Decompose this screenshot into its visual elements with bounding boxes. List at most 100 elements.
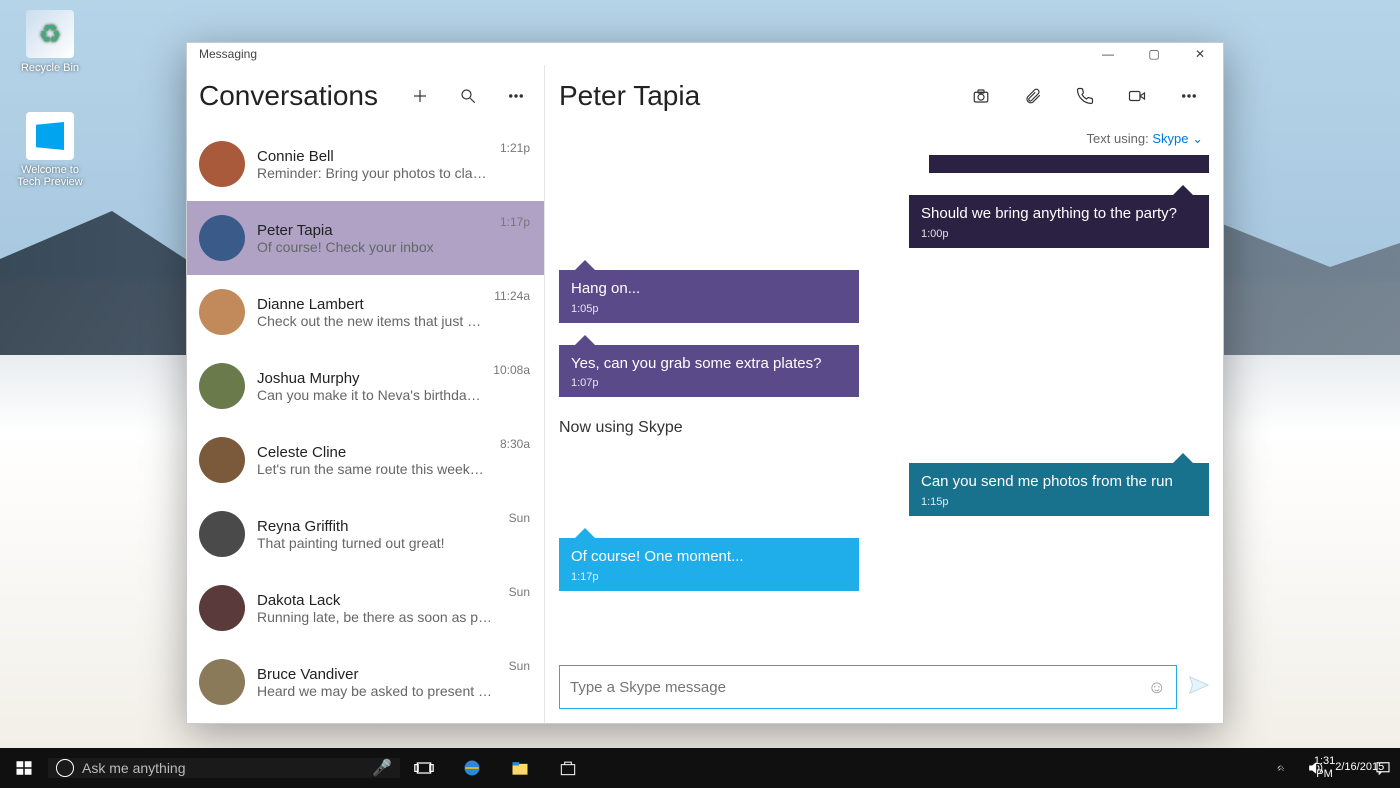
conversation-item[interactable]: Bruce VandiverHeard we may be asked to p… <box>187 645 544 719</box>
compose-box[interactable]: ☺ <box>559 665 1177 709</box>
conversation-name: Connie Bell <box>257 148 488 165</box>
conversation-name: Dianne Lambert <box>257 296 482 313</box>
taskbar-search[interactable]: Ask me anything 🎤 <box>48 758 400 778</box>
desktop: Recycle Bin Welcome to Tech Preview Mess… <box>0 0 1400 788</box>
conversation-name: Bruce Vandiver <box>257 666 497 683</box>
new-conversation-button[interactable] <box>400 76 440 116</box>
tech-preview-icon[interactable]: Welcome to Tech Preview <box>14 112 86 188</box>
avatar <box>199 215 245 261</box>
avatar <box>199 437 245 483</box>
taskbar-time: 1:31 PM <box>1314 755 1335 781</box>
text-using-label: Text using: <box>1087 131 1149 146</box>
action-center-button[interactable] <box>1366 748 1400 788</box>
chevron-down-icon: ⌄ <box>1192 131 1203 146</box>
chat-status-line: Now using Skype <box>559 419 1209 437</box>
ie-taskbar-icon[interactable] <box>448 748 496 788</box>
conversations-list[interactable]: Connie BellReminder: Bring your photos t… <box>187 127 544 723</box>
maximize-button[interactable]: ▢ <box>1131 43 1177 65</box>
avatar <box>199 289 245 335</box>
cortana-icon <box>56 759 74 777</box>
video-call-button[interactable] <box>1113 76 1161 116</box>
conversation-preview: Heard we may be asked to present at the … <box>257 683 497 699</box>
message-time: 1:15p <box>921 496 1197 508</box>
emoji-icon[interactable]: ☺ <box>1148 677 1166 698</box>
conversation-time: 10:08a <box>493 363 530 377</box>
avatar <box>199 511 245 557</box>
conversation-preview: Of course! Check your inbox <box>257 239 488 255</box>
attach-button[interactable] <box>1009 76 1057 116</box>
text-using-row[interactable]: Text using: Skype ⌄ <box>545 127 1223 155</box>
titlebar[interactable]: Messaging — ▢ ✕ <box>187 43 1223 65</box>
conversation-item[interactable]: Reyna GriffithThat painting turned out g… <box>187 497 544 571</box>
conversation-item[interactable]: Joshua MurphyCan you make it to Neva's b… <box>187 349 544 423</box>
recycle-bin-icon[interactable]: Recycle Bin <box>14 10 86 74</box>
message-bubble: Of course! One moment... 1:17p <box>559 538 859 591</box>
message-time: 1:07p <box>571 377 847 389</box>
conversations-pane: Conversations Connie BellReminder: Bring… <box>187 65 545 723</box>
chat-contact-name: Peter Tapia <box>559 80 953 112</box>
chat-more-button[interactable] <box>1165 76 1213 116</box>
more-button[interactable] <box>496 76 536 116</box>
message-text: Should we bring anything to the party? <box>921 205 1197 224</box>
messaging-window: Messaging — ▢ ✕ Conversations <box>186 42 1224 724</box>
message-time: 1:17p <box>571 571 847 583</box>
conversation-item[interactable]: Celeste ClineLet's run the same route th… <box>187 423 544 497</box>
recycle-bin-label: Recycle Bin <box>14 62 86 74</box>
conversation-preview: Reminder: Bring your photos to class on … <box>257 165 488 181</box>
conversation-time: Sun <box>509 659 530 673</box>
message-time: 1:00p <box>921 228 1197 240</box>
conversation-time: 11:24a <box>494 289 530 303</box>
camera-button[interactable] <box>957 76 1005 116</box>
conversation-preview: Running late, be there as soon as possib… <box>257 609 497 625</box>
conversation-time: Sun <box>509 585 530 599</box>
conversation-name: Joshua Murphy <box>257 370 481 387</box>
conversation-item[interactable]: Dakota LackRunning late, be there as soo… <box>187 571 544 645</box>
previous-message-peek <box>929 155 1209 173</box>
conversation-name: Reyna Griffith <box>257 518 497 535</box>
window-title: Messaging <box>199 47 257 61</box>
message-text: Yes, can you grab some extra plates? <box>571 355 847 374</box>
avatar <box>199 659 245 705</box>
conversation-item[interactable]: Dianne LambertCheck out the new items th… <box>187 275 544 349</box>
tech-preview-label: Welcome to Tech Preview <box>14 164 86 188</box>
send-button[interactable] <box>1187 674 1209 701</box>
avatar <box>199 363 245 409</box>
conversation-name: Celeste Cline <box>257 444 488 461</box>
call-button[interactable] <box>1061 76 1109 116</box>
search-button[interactable] <box>448 76 488 116</box>
message-bubble: Yes, can you grab some extra plates? 1:07… <box>559 345 859 398</box>
message-bubble: Hang on...1:05p <box>559 270 859 323</box>
explorer-taskbar-icon[interactable] <box>496 748 544 788</box>
taskbar: Ask me anything 🎤 ᨑ 1:31 PM 2/16/2015 <box>0 748 1400 788</box>
taskbar-clock[interactable]: 1:31 PM 2/16/2015 <box>1332 748 1366 788</box>
message-bubble: Should we bring anything to the party? 1:… <box>909 195 1209 248</box>
conversation-name: Dakota Lack <box>257 592 497 609</box>
compose-input[interactable] <box>570 679 1148 696</box>
conversation-time: Sun <box>509 511 530 525</box>
mic-icon[interactable]: 🎤 <box>372 758 392 778</box>
tray-up-icon[interactable]: ᨑ <box>1264 748 1298 788</box>
close-button[interactable]: ✕ <box>1177 43 1223 65</box>
taskbar-search-placeholder: Ask me anything <box>82 760 364 776</box>
start-button[interactable] <box>0 748 48 788</box>
minimize-button[interactable]: — <box>1085 43 1131 65</box>
conversation-time: 1:21p <box>500 141 530 155</box>
conversation-preview: That painting turned out great! <box>257 535 497 551</box>
conversation-time: 1:17p <box>500 215 530 229</box>
conversation-item[interactable]: Connie BellReminder: Bring your photos t… <box>187 127 544 201</box>
chat-body[interactable]: Should we bring anything to the party? 1:… <box>545 155 1223 655</box>
compose-row: ☺ <box>545 655 1223 723</box>
message-text: Of course! One moment... <box>571 548 847 567</box>
conversation-preview: Check out the new items that just arrive… <box>257 313 482 329</box>
avatar <box>199 141 245 187</box>
task-view-button[interactable] <box>400 748 448 788</box>
conversation-preview: Can you make it to Neva's birthday party… <box>257 387 481 403</box>
text-using-value[interactable]: Skype <box>1152 131 1188 146</box>
conversations-heading: Conversations <box>199 80 392 112</box>
avatar <box>199 585 245 631</box>
message-text: Can you send me photos from the run <box>921 473 1197 492</box>
store-taskbar-icon[interactable] <box>544 748 592 788</box>
message-bubble: Can you send me photos from the run 1:15p <box>909 463 1209 516</box>
chat-pane: Peter Tapia <box>545 65 1223 723</box>
conversation-item[interactable]: Peter TapiaOf course! Check your inbox1:… <box>187 201 544 275</box>
